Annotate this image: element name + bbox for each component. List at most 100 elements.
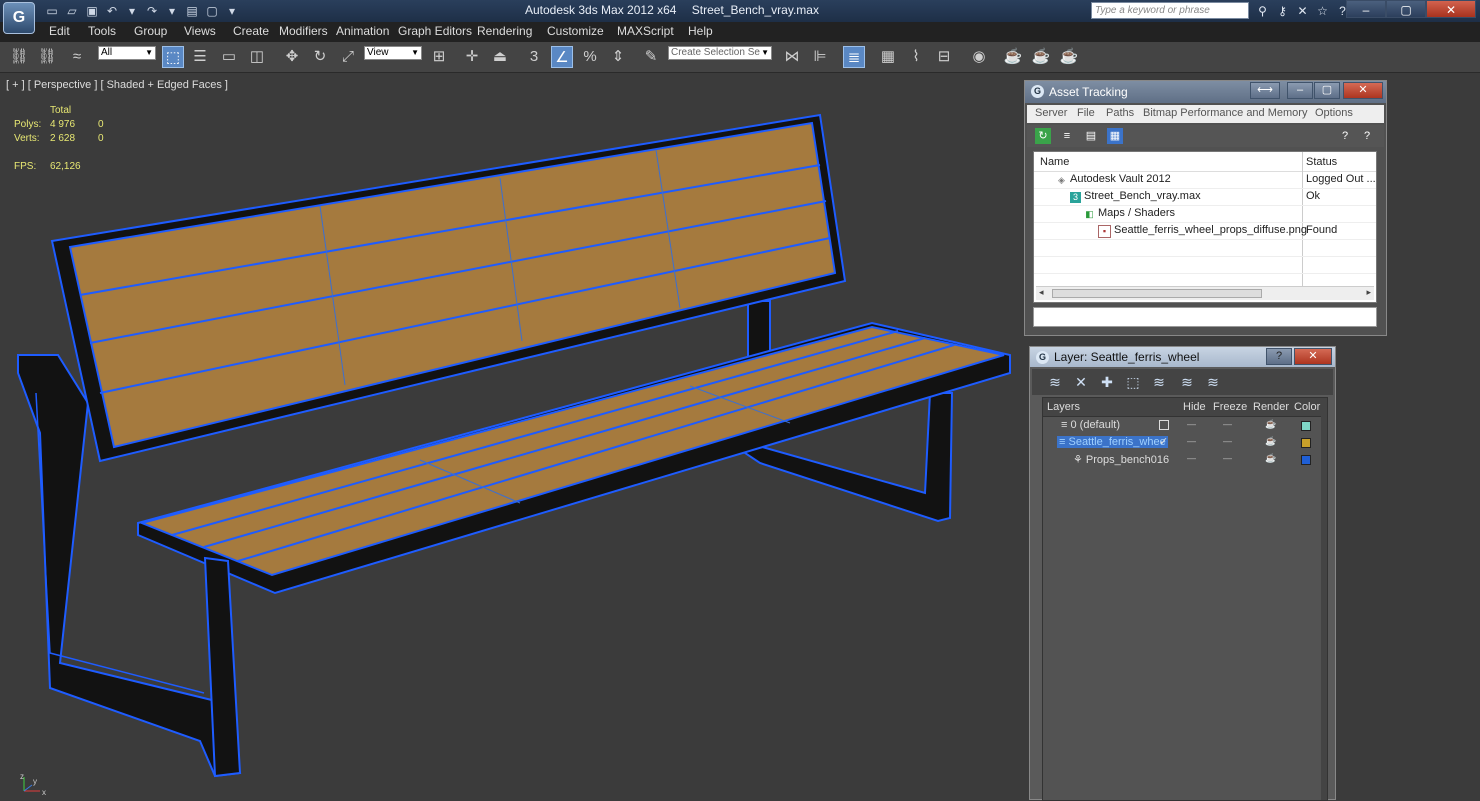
resize-icon[interactable]: ⟷ bbox=[1250, 82, 1280, 99]
asset-tracking-titlebar[interactable]: G Asset Tracking ⟷ – ▢ ✕ bbox=[1025, 81, 1386, 103]
render-setup-icon[interactable]: ☕ bbox=[1002, 46, 1024, 68]
scrollbar-thumb[interactable] bbox=[1052, 289, 1262, 298]
favorites-star-icon[interactable]: ☆ bbox=[1314, 3, 1331, 19]
thumbnail-view-icon[interactable]: ▤ bbox=[1083, 128, 1099, 144]
column-color-header[interactable]: Color bbox=[1294, 401, 1320, 413]
pivot-center-icon[interactable]: ⊞ bbox=[428, 46, 450, 68]
maximize-button[interactable]: ▢ bbox=[1314, 82, 1340, 99]
vertical-scrollbar[interactable] bbox=[1321, 416, 1327, 800]
minimize-button[interactable]: – bbox=[1346, 0, 1386, 18]
select-layer-icon[interactable]: ≋ bbox=[1150, 373, 1168, 391]
render-teapot-icon[interactable]: ☕ bbox=[1265, 436, 1276, 447]
layer-row-selected[interactable]: ≡ Seattle_ferris_whee ✓ — — ☕ bbox=[1043, 434, 1327, 451]
asset-menu-bitmap-performance[interactable]: Bitmap Performance and Memory bbox=[1143, 107, 1307, 119]
asset-row[interactable]: ◈ Autodesk Vault 2012 Logged Out ... bbox=[1034, 171, 1376, 189]
close-button[interactable]: ✕ bbox=[1294, 348, 1332, 365]
create-layer-icon[interactable]: ≋ bbox=[1046, 373, 1064, 391]
delete-layer-icon[interactable]: ✕ bbox=[1072, 373, 1090, 391]
percent-snap-icon[interactable]: % bbox=[579, 46, 601, 68]
menu-tools[interactable]: Tools bbox=[88, 24, 116, 38]
render-teapot-icon[interactable]: ☕ bbox=[1265, 453, 1276, 464]
menu-customize[interactable]: Customize bbox=[547, 24, 604, 38]
asset-menu-options[interactable]: Options bbox=[1315, 107, 1353, 119]
close-button[interactable]: ✕ bbox=[1343, 82, 1383, 99]
search-input[interactable]: Type a keyword or phrase bbox=[1091, 2, 1249, 19]
redo-icon[interactable]: ↷ bbox=[144, 3, 160, 19]
material-editor-icon[interactable]: ◉ bbox=[968, 46, 990, 68]
menu-animation[interactable]: Animation bbox=[336, 24, 389, 38]
select-and-move-icon[interactable]: ✥ bbox=[281, 46, 303, 68]
exchange-icon[interactable]: ✕ bbox=[1294, 3, 1311, 19]
select-manipulate-icon[interactable]: ✛ bbox=[461, 46, 483, 68]
set-current-layer-icon[interactable]: ≋ bbox=[1178, 373, 1196, 391]
asset-menu-server[interactable]: Server bbox=[1035, 107, 1067, 119]
save-icon[interactable]: ▣ bbox=[84, 3, 100, 19]
key-icon[interactable]: ⚷ bbox=[1274, 3, 1291, 19]
minimize-button[interactable]: – bbox=[1287, 82, 1313, 99]
add-to-layer-icon[interactable]: ✚ bbox=[1098, 373, 1116, 391]
window-crossing-icon[interactable]: ◫ bbox=[246, 46, 268, 68]
help-button[interactable]: ? bbox=[1266, 348, 1292, 365]
horizontal-scrollbar[interactable]: ◂ ▸ bbox=[1036, 286, 1374, 300]
render-production-icon[interactable]: ☕ bbox=[1058, 46, 1080, 68]
select-highlighted-icon[interactable]: ⬚ bbox=[1124, 373, 1142, 391]
refresh-icon[interactable]: ↻ bbox=[1035, 128, 1051, 144]
curve-editor-icon[interactable]: ⌇ bbox=[905, 46, 927, 68]
select-by-name-icon[interactable]: ☰ bbox=[189, 46, 211, 68]
qat-dropdown-icon[interactable]: ▾ bbox=[224, 3, 240, 19]
layer-manager-icon[interactable]: ≣ bbox=[843, 46, 865, 68]
checkmark-icon[interactable]: ✓ bbox=[1159, 435, 1168, 448]
hide-toggle[interactable]: — bbox=[1187, 419, 1196, 429]
table-view-icon[interactable]: ▦ bbox=[1107, 128, 1123, 144]
workspace-icon[interactable]: ▢ bbox=[204, 3, 220, 19]
select-and-link-icon[interactable]: ⛓ bbox=[8, 46, 30, 68]
spinner-snap-icon[interactable]: ⇕ bbox=[607, 46, 629, 68]
maximize-button[interactable]: ▢ bbox=[1386, 0, 1426, 18]
layer-color-swatch[interactable] bbox=[1301, 438, 1311, 448]
named-selection-set-dropdown[interactable]: Create Selection Se ▼ bbox=[668, 46, 772, 60]
menu-create[interactable]: Create bbox=[233, 24, 269, 38]
asset-menu-file[interactable]: File bbox=[1077, 107, 1095, 119]
layer-object-row[interactable]: ⚘ Props_bench016 — — ☕ bbox=[1043, 451, 1327, 468]
asset-menu-paths[interactable]: Paths bbox=[1106, 107, 1134, 119]
column-hide-header[interactable]: Hide bbox=[1183, 401, 1206, 413]
menu-maxscript[interactable]: MAXScript bbox=[617, 24, 674, 38]
help-icon[interactable]: ? bbox=[1337, 128, 1353, 144]
list-view-icon[interactable]: ≡ bbox=[1059, 128, 1075, 144]
graphite-ribbon-icon[interactable]: ▦ bbox=[877, 46, 899, 68]
asset-tracking-dialog[interactable]: G Asset Tracking ⟷ – ▢ ✕ Server File Pat… bbox=[1024, 80, 1387, 336]
reference-coordinate-dropdown[interactable]: View ▼ bbox=[364, 46, 422, 60]
hide-toggle[interactable]: — bbox=[1187, 453, 1196, 463]
select-object-icon[interactable]: ⬚ bbox=[162, 46, 184, 68]
layer-color-swatch[interactable] bbox=[1301, 455, 1311, 465]
select-and-scale-icon[interactable]: ⤢ bbox=[337, 46, 359, 68]
keyboard-shortcut-override-icon[interactable]: ⏏ bbox=[489, 46, 511, 68]
redo-dropdown-icon[interactable]: ▾ bbox=[164, 3, 180, 19]
new-file-icon[interactable]: ▭ bbox=[44, 3, 60, 19]
edit-named-selection-icon[interactable]: ✎ bbox=[640, 46, 662, 68]
render-teapot-icon[interactable]: ☕ bbox=[1265, 419, 1276, 430]
rectangular-selection-icon[interactable]: ▭ bbox=[218, 46, 240, 68]
column-render-header[interactable]: Render bbox=[1253, 401, 1289, 413]
angle-snap-icon[interactable]: ∠ bbox=[551, 46, 573, 68]
hide-toggle[interactable]: — bbox=[1187, 436, 1196, 446]
selection-filter-dropdown[interactable]: All ▼ bbox=[98, 46, 156, 60]
bind-space-warp-icon[interactable]: ≈ bbox=[66, 46, 88, 68]
schematic-view-icon[interactable]: ⊟ bbox=[933, 46, 955, 68]
application-menu-button[interactable]: G bbox=[3, 2, 35, 34]
layer-row[interactable]: ≡ 0 (default) — — ☕ bbox=[1043, 417, 1327, 434]
hide-unhide-all-icon[interactable]: ≋ bbox=[1204, 373, 1222, 391]
binoculars-icon[interactable]: ⚲ bbox=[1254, 3, 1271, 19]
menu-group[interactable]: Group bbox=[134, 24, 167, 38]
column-status-header[interactable]: Status bbox=[1306, 156, 1337, 168]
menu-graph-editors[interactable]: Graph Editors bbox=[398, 24, 472, 38]
open-file-icon[interactable]: ▱ bbox=[64, 3, 80, 19]
close-button[interactable]: ✕ bbox=[1426, 0, 1476, 18]
asset-row[interactable]: ▪ Seattle_ferris_wheel_props_diffuse.png … bbox=[1034, 222, 1376, 240]
freeze-toggle[interactable]: — bbox=[1223, 419, 1232, 429]
mirror-icon[interactable]: ⋈ bbox=[781, 46, 803, 68]
column-layers-header[interactable]: Layers bbox=[1047, 401, 1080, 413]
project-folder-icon[interactable]: ▤ bbox=[184, 3, 200, 19]
unlink-icon[interactable]: ⛓ bbox=[36, 46, 58, 68]
menu-modifiers[interactable]: Modifiers bbox=[279, 24, 328, 38]
